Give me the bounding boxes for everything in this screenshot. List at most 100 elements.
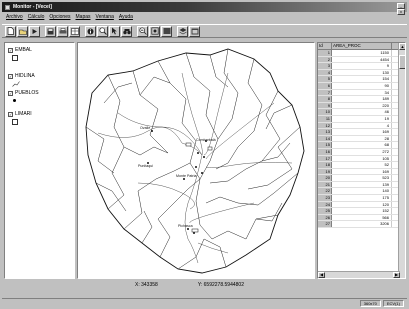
print-button[interactable] bbox=[57, 25, 68, 37]
area-value-cell[interactable]: 52 bbox=[332, 162, 392, 168]
map-window-button[interactable] bbox=[189, 25, 200, 37]
area-value-cell[interactable]: 4454 bbox=[332, 56, 392, 63]
table-row[interactable]: 39 bbox=[318, 63, 405, 70]
area-value-cell[interactable]: 1150 bbox=[332, 50, 392, 56]
layer-embal[interactable]: ✓ EMBAL bbox=[8, 47, 32, 61]
area-value-cell[interactable]: 68 bbox=[332, 142, 392, 148]
scroll-left-icon[interactable]: ◀ bbox=[318, 272, 325, 278]
area-value-cell[interactable]: 28 bbox=[332, 135, 392, 142]
table-row[interactable]: 23 175 bbox=[318, 195, 405, 202]
menu-opciones[interactable]: Opciones bbox=[49, 14, 70, 20]
area-value-cell[interactable]: 140 bbox=[332, 188, 392, 195]
menu-archivo[interactable]: Archivo bbox=[6, 14, 23, 20]
table-row[interactable]: 25 152 bbox=[318, 208, 405, 215]
layer-hidlina[interactable]: ✓ HIDLINA bbox=[8, 73, 35, 89]
layer-checkbox[interactable]: ✓ bbox=[8, 47, 13, 53]
menu-ventana[interactable]: Ventana bbox=[96, 14, 114, 20]
zoom-extent-button[interactable] bbox=[149, 25, 160, 37]
title-bar[interactable]: Monitor - [Vecei] _ x bbox=[2, 2, 407, 15]
table-row[interactable]: 27 3206 bbox=[318, 221, 405, 229]
layer-pueblos[interactable]: ✓ PUEBLOS bbox=[8, 90, 39, 102]
area-value-cell[interactable]: 9 bbox=[332, 63, 392, 69]
table-row[interactable]: 7 34 bbox=[318, 89, 405, 97]
area-value-cell[interactable]: 120 bbox=[332, 201, 392, 208]
table-row[interactable]: 18 52 bbox=[318, 162, 405, 169]
area-value-cell[interactable]: 139 bbox=[332, 181, 392, 188]
table-row[interactable]: 24 120 bbox=[318, 201, 405, 209]
pointer-button[interactable] bbox=[109, 25, 120, 37]
table-row[interactable]: 2 4454 bbox=[318, 56, 405, 64]
table-row[interactable]: 11 19 bbox=[318, 115, 405, 123]
area-value-cell[interactable]: 523 bbox=[332, 175, 392, 181]
table-row[interactable]: 4 130 bbox=[318, 69, 405, 77]
table-row[interactable]: 21 139 bbox=[318, 181, 405, 189]
table-row[interactable]: 26 566 bbox=[318, 214, 405, 222]
area-value-cell[interactable]: 105 bbox=[332, 155, 392, 162]
table-row[interactable]: 13 169 bbox=[318, 129, 405, 136]
scroll-right-icon[interactable]: ▶ bbox=[393, 272, 400, 278]
area-value-cell[interactable]: 154 bbox=[332, 76, 392, 82]
table-row[interactable]: 16 272 bbox=[318, 148, 405, 156]
table-row[interactable]: 22 140 bbox=[318, 188, 405, 196]
attribute-table[interactable]: Id AREA_PROC 1 1150 2 4454 3 9 4 130 5 154 6 90 7 34 8… bbox=[317, 42, 406, 279]
menu-mapas[interactable]: Mapas bbox=[76, 14, 91, 20]
row-id-cell: 22 bbox=[318, 188, 332, 195]
area-value-cell[interactable]: 220 bbox=[332, 102, 392, 109]
menu-calculo[interactable]: Cálculo bbox=[28, 14, 45, 20]
table-row[interactable]: 5 154 bbox=[318, 76, 405, 83]
area-value-cell[interactable]: 3206 bbox=[332, 221, 392, 228]
table-row[interactable]: 15 68 bbox=[318, 142, 405, 149]
area-value-cell[interactable]: 4 bbox=[332, 122, 392, 129]
zoom-in-button[interactable] bbox=[97, 25, 108, 37]
area-value-cell[interactable]: 169 bbox=[332, 168, 392, 175]
column-header-id[interactable]: Id bbox=[318, 43, 332, 49]
area-value-cell[interactable]: 189 bbox=[332, 96, 392, 102]
table-header: Id AREA_PROC bbox=[318, 43, 405, 50]
vertical-scrollbar[interactable]: ▲ bbox=[398, 43, 405, 278]
column-header-area[interactable]: AREA_PROC bbox=[332, 43, 392, 49]
refresh-button[interactable] bbox=[161, 25, 172, 37]
area-value-cell[interactable]: 46 bbox=[332, 109, 392, 115]
layers-button[interactable] bbox=[177, 25, 188, 37]
area-value-cell[interactable]: 34 bbox=[332, 89, 392, 96]
basin-map[interactable]: Ovalle Combarbalá Punitaqui Monte Patria… bbox=[78, 43, 314, 278]
table-row[interactable]: 8 189 bbox=[318, 96, 405, 103]
area-value-cell[interactable]: 130 bbox=[332, 69, 392, 76]
table-row[interactable]: 14 28 bbox=[318, 135, 405, 143]
row-id-cell: 16 bbox=[318, 148, 332, 155]
scroll-thumb[interactable] bbox=[399, 55, 405, 69]
area-value-cell[interactable]: 175 bbox=[332, 195, 392, 201]
scroll-up-icon[interactable]: ▲ bbox=[399, 43, 405, 50]
area-value-cell[interactable]: 272 bbox=[332, 148, 392, 155]
table-row[interactable]: 1 1150 bbox=[318, 50, 405, 57]
map-view[interactable]: Ovalle Combarbalá Punitaqui Monte Patria… bbox=[77, 42, 315, 279]
layer-checkbox[interactable]: ✓ bbox=[8, 73, 13, 79]
binoculars-button[interactable] bbox=[121, 25, 132, 37]
area-value-cell[interactable]: 90 bbox=[332, 82, 392, 89]
new-file-button[interactable] bbox=[5, 25, 16, 37]
open-folder-button[interactable] bbox=[17, 25, 28, 37]
layer-limari[interactable]: ✓ LIMARI bbox=[8, 111, 32, 125]
zoom-out-button[interactable] bbox=[137, 25, 148, 37]
table-row[interactable]: 12 4 bbox=[318, 122, 405, 130]
table-row[interactable]: 17 105 bbox=[318, 155, 405, 163]
table-button[interactable] bbox=[69, 25, 80, 37]
table-row[interactable]: 9 220 bbox=[318, 102, 405, 110]
toolbar bbox=[2, 24, 407, 38]
zoom-out-icon bbox=[138, 27, 147, 35]
layer-checkbox[interactable]: ✓ bbox=[8, 90, 13, 96]
play-button[interactable] bbox=[29, 25, 40, 37]
area-value-cell[interactable]: 19 bbox=[332, 115, 392, 122]
area-value-cell[interactable]: 152 bbox=[332, 208, 392, 214]
area-value-cell[interactable]: 169 bbox=[332, 129, 392, 135]
area-value-cell[interactable]: 566 bbox=[332, 214, 392, 221]
table-row[interactable]: 10 46 bbox=[318, 109, 405, 116]
table-row[interactable]: 19 169 bbox=[318, 168, 405, 176]
table-row[interactable]: 6 90 bbox=[318, 82, 405, 90]
horizontal-scrollbar[interactable]: ◀ ▶ bbox=[318, 271, 400, 278]
layer-checkbox[interactable]: ✓ bbox=[8, 111, 13, 117]
save-button[interactable] bbox=[45, 25, 56, 37]
menu-ayuda[interactable]: Ayuda bbox=[119, 14, 133, 20]
table-row[interactable]: 20 523 bbox=[318, 175, 405, 182]
info-button[interactable] bbox=[85, 25, 96, 37]
